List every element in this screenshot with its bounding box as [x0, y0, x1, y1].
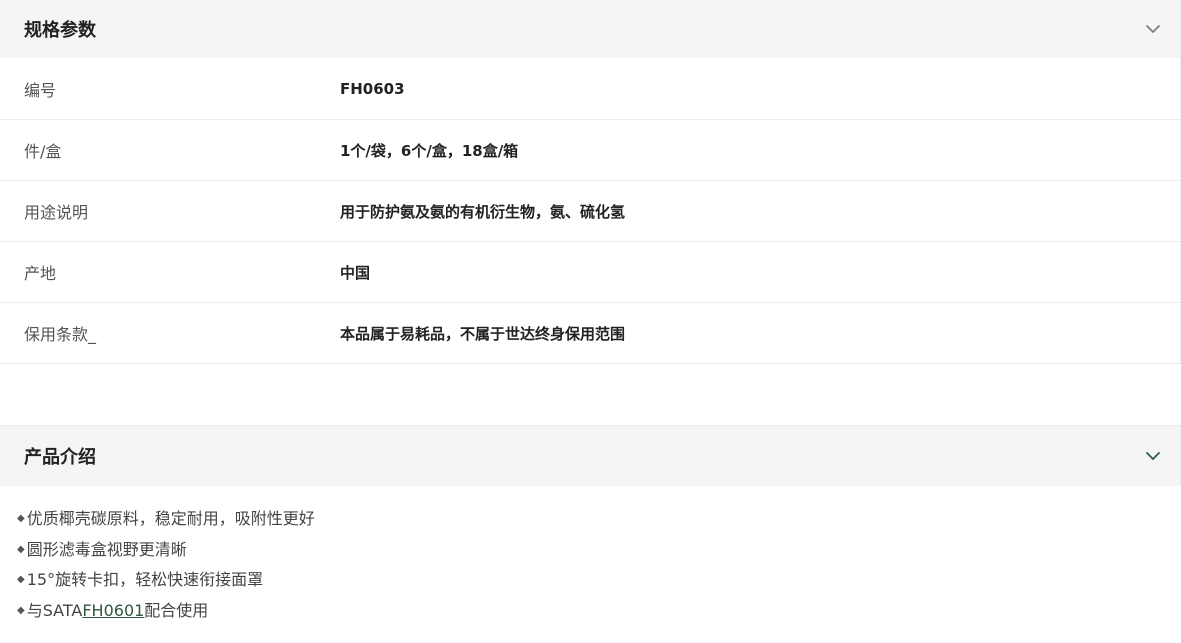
specs-table: 编号 FH0603 件/盒 1个/袋，6个/盒，18盒/箱 用途说明 用于防护氨… [0, 58, 1181, 364]
diamond-bullet-icon: ◆ [17, 543, 25, 555]
spec-value: 本品属于易耗品，不属于世达终身保用范围 [340, 324, 626, 343]
specs-title: 规格参数 [24, 20, 96, 41]
intro-header[interactable]: 产品介绍 [0, 425, 1181, 486]
spec-value: FH0603 [340, 79, 405, 98]
spec-label: 编号 [24, 80, 57, 100]
diamond-bullet-icon: ◆ [17, 574, 25, 585]
intro-item-suffix: 配合使用 [144, 600, 209, 620]
intro-item-text: 圆形滤毒盒视野更清晰 [26, 539, 187, 559]
specs-section: 规格参数 编号 FH0603 件/盒 1个/袋，6个/盒，18盒/箱 用途说明 … [0, 0, 1181, 364]
intro-title: 产品介绍 [24, 447, 96, 468]
spec-label: 产地 [24, 264, 57, 283]
intro-list-item: ◆ 15°旋转卡扣，轻松快速衔接面罩 [17, 565, 1181, 596]
intro-list-item: ◆ 与SATA FH0601 配合使用 [17, 596, 1181, 627]
spec-value: 1个/袋，6个/盒，18盒/箱 [340, 141, 519, 160]
spec-label: 保用条款_ [24, 325, 97, 344]
spec-row-warranty: 保用条款_ 本品属于易耗品，不属于世达终身保用范围 [0, 303, 1180, 364]
intro-list-item: ◆ 圆形滤毒盒视野更清晰 [17, 535, 1181, 566]
spec-row-origin: 产地 中国 [0, 242, 1180, 303]
intro-section: 产品介绍 ◆ 优质椰壳碳原料，稳定耐用，吸附性更好 ◆ 圆形滤毒盒视野更清晰 ◆… [0, 425, 1181, 626]
intro-list-item: ◆ 优质椰壳碳原料，稳定耐用，吸附性更好 [17, 504, 1181, 535]
diamond-bullet-icon: ◆ [17, 513, 25, 524]
diamond-bullet-icon: ◆ [17, 604, 25, 616]
product-link-fh0601[interactable]: FH0601 [82, 596, 144, 627]
spec-row-usage: 用途说明 用于防护氨及氨的有机衍生物，氨、硫化氢 [0, 181, 1180, 242]
chevron-down-icon[interactable] [1144, 447, 1162, 465]
specs-header[interactable]: 规格参数 [0, 0, 1181, 58]
intro-item-text: 15°旋转卡扣，轻松快速衔接面罩 [26, 570, 264, 589]
intro-item-prefix: 与SATA [26, 600, 83, 620]
spec-row-code: 编号 FH0603 [0, 58, 1180, 120]
spec-value: 中国 [340, 263, 371, 282]
spec-label: 用途说明 [24, 203, 89, 222]
intro-list: ◆ 优质椰壳碳原料，稳定耐用，吸附性更好 ◆ 圆形滤毒盒视野更清晰 ◆ 15°旋… [0, 486, 1181, 626]
spec-value: 用于防护氨及氨的有机衍生物，氨、硫化氢 [340, 202, 626, 221]
spec-label: 件/盒 [24, 142, 62, 161]
chevron-down-icon[interactable] [1144, 20, 1162, 38]
intro-item-text: 优质椰壳碳原料，稳定耐用，吸附性更好 [26, 509, 315, 528]
spec-row-packaging: 件/盒 1个/袋，6个/盒，18盒/箱 [0, 120, 1180, 181]
